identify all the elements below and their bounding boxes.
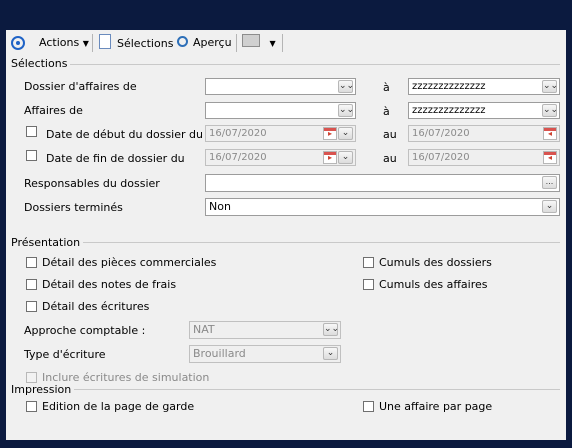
detail-pieces-label: Détail des pièces commerciales bbox=[42, 256, 217, 269]
impression-divider bbox=[70, 389, 560, 390]
detail-ecritures-label: Détail des écritures bbox=[42, 300, 150, 313]
document-icon bbox=[99, 34, 111, 49]
chevron-down-icon[interactable]: ⌄ bbox=[323, 347, 338, 360]
calendar-icon[interactable]: ▸ bbox=[323, 151, 337, 164]
end-date-label: Date de fin de dossier du bbox=[46, 152, 185, 165]
double-chevron-icon[interactable]: ⌄⌄ bbox=[542, 80, 558, 93]
start-date-to-field[interactable]: 16/07/2020 ◂ bbox=[408, 125, 560, 142]
selections-button[interactable]: Sélections bbox=[99, 34, 173, 52]
presentation-divider bbox=[79, 242, 560, 243]
impression-section-title: Impression bbox=[11, 383, 75, 396]
cumuls-dossiers-label: Cumuls des dossiers bbox=[379, 256, 492, 269]
end-date-checkbox[interactable] bbox=[26, 150, 37, 161]
actions-button[interactable]: Actions ▼ bbox=[39, 34, 89, 52]
end-date-to-label: au bbox=[383, 152, 397, 165]
end-date-from-value: 16/07/2020 bbox=[209, 152, 267, 163]
selections-divider bbox=[62, 64, 560, 65]
start-date-to-label: au bbox=[383, 128, 397, 141]
chevron-down-icon[interactable]: ⌄ bbox=[542, 200, 557, 213]
start-date-from-value: 16/07/2020 bbox=[209, 128, 267, 139]
termines-select[interactable]: Non ⌄ bbox=[205, 198, 560, 216]
start-date-label: Date de début du dossier du bbox=[46, 128, 203, 141]
start-date-to-value: 16/07/2020 bbox=[412, 128, 470, 139]
cumuls-affaires-label: Cumuls des affaires bbox=[379, 278, 488, 291]
toolbar-separator bbox=[92, 34, 93, 52]
toolbar-separator bbox=[236, 34, 237, 52]
affaires-to-label: à bbox=[383, 105, 390, 118]
actions-label: Actions bbox=[39, 36, 80, 49]
type-ecriture-select[interactable]: Brouillard ⌄ bbox=[189, 345, 341, 363]
termines-label: Dossiers terminés bbox=[24, 201, 123, 214]
affaires-from-field[interactable]: ⌄⌄ bbox=[205, 102, 356, 119]
end-date-from-field[interactable]: 16/07/2020 ▸ ⌄ bbox=[205, 149, 356, 166]
cumuls-affaires-checkbox[interactable] bbox=[363, 279, 374, 290]
preview-button[interactable]: Aperçu bbox=[177, 34, 232, 52]
page-garde-label: Edition de la page de garde bbox=[42, 400, 195, 413]
calendar-icon[interactable]: ◂ bbox=[543, 151, 557, 164]
approche-label: Approche comptable : bbox=[24, 324, 146, 337]
affaire-par-page-label: Une affaire par page bbox=[379, 400, 493, 413]
double-chevron-icon[interactable]: ⌄⌄ bbox=[323, 323, 339, 336]
start-date-checkbox[interactable] bbox=[26, 126, 37, 137]
selections-label: Sélections bbox=[117, 37, 174, 50]
responsables-label: Responsables du dossier bbox=[24, 177, 160, 190]
double-chevron-icon[interactable]: ⌄⌄ bbox=[338, 80, 354, 93]
affaires-label: Affaires de bbox=[24, 104, 83, 117]
simulation-checkbox[interactable] bbox=[26, 372, 37, 383]
affaire-par-page-checkbox[interactable] bbox=[363, 401, 374, 412]
end-date-to-value: 16/07/2020 bbox=[412, 152, 470, 163]
affaires-to-value: zzzzzzzzzzzzzz bbox=[412, 105, 486, 116]
double-chevron-icon[interactable]: ⌄ bbox=[338, 127, 353, 140]
calendar-icon[interactable]: ◂ bbox=[543, 127, 557, 140]
detail-notes-checkbox[interactable] bbox=[26, 279, 37, 290]
printer-icon bbox=[242, 34, 260, 47]
double-chevron-icon[interactable]: ⌄⌄ bbox=[542, 104, 558, 117]
dossier-to-field[interactable]: zzzzzzzzzzzzzz ⌄⌄ bbox=[408, 78, 560, 95]
toolbar: Actions ▼ Sélections Aperçu ▼ bbox=[6, 30, 566, 56]
approche-select[interactable]: NAT ⌄⌄ bbox=[189, 321, 341, 339]
preview-label: Aperçu bbox=[193, 36, 232, 49]
dossier-label: Dossier d'affaires de bbox=[24, 80, 137, 93]
double-chevron-icon[interactable]: ⌄ bbox=[338, 151, 353, 164]
chevron-down-icon: ▼ bbox=[82, 39, 89, 48]
double-chevron-icon[interactable]: ⌄⌄ bbox=[338, 104, 354, 117]
dossier-to-label: à bbox=[383, 81, 390, 94]
dossier-to-value: zzzzzzzzzzzzzz bbox=[412, 81, 486, 92]
responsables-field[interactable]: ... bbox=[205, 174, 560, 192]
end-date-to-field[interactable]: 16/07/2020 ◂ bbox=[408, 149, 560, 166]
detail-pieces-checkbox[interactable] bbox=[26, 257, 37, 268]
detail-ecritures-checkbox[interactable] bbox=[26, 301, 37, 312]
cumuls-dossiers-checkbox[interactable] bbox=[363, 257, 374, 268]
ellipsis-button[interactable]: ... bbox=[542, 176, 557, 189]
magnifier-icon bbox=[177, 36, 188, 47]
approche-value: NAT bbox=[193, 323, 215, 336]
selections-section-title: Sélections bbox=[11, 57, 71, 70]
presentation-section-title: Présentation bbox=[11, 236, 84, 249]
chevron-down-icon: ▼ bbox=[269, 39, 276, 48]
calendar-icon[interactable]: ▸ bbox=[323, 127, 337, 140]
parameters-window: Actions ▼ Sélections Aperçu ▼ Sélections… bbox=[6, 30, 566, 440]
termines-value: Non bbox=[209, 200, 231, 213]
detail-notes-label: Détail des notes de frais bbox=[42, 278, 177, 291]
print-button[interactable]: ▼ bbox=[242, 34, 276, 52]
target-icon[interactable] bbox=[11, 36, 25, 50]
type-ecriture-label: Type d'écriture bbox=[24, 348, 106, 361]
start-date-from-field[interactable]: 16/07/2020 ▸ ⌄ bbox=[205, 125, 356, 142]
type-ecriture-value: Brouillard bbox=[193, 347, 246, 360]
dossier-from-field[interactable]: ⌄⌄ bbox=[205, 78, 356, 95]
affaires-to-field[interactable]: zzzzzzzzzzzzzz ⌄⌄ bbox=[408, 102, 560, 119]
page-garde-checkbox[interactable] bbox=[26, 401, 37, 412]
toolbar-separator bbox=[282, 34, 283, 52]
